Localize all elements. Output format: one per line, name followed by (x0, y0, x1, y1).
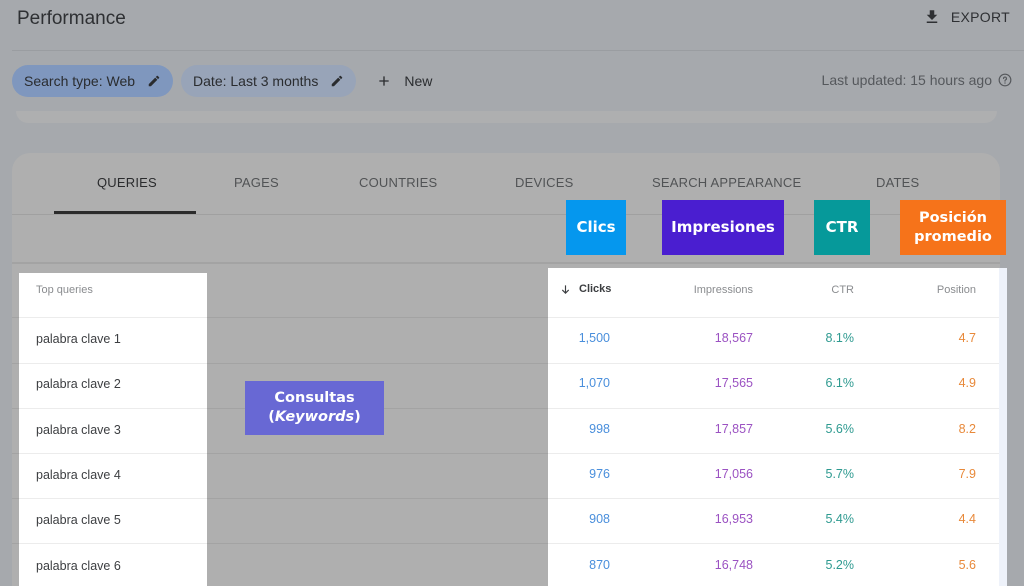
pencil-icon (332, 75, 343, 87)
impressions-cell: 17,857 (714, 422, 753, 436)
cell-divider (19, 498, 207, 499)
annotation-position-line2: promedio (914, 228, 992, 245)
tab-countries[interactable]: COUNTRIES (359, 175, 437, 190)
cell-divider (548, 498, 999, 499)
paren-open: ( (268, 409, 275, 425)
cell-divider (19, 408, 207, 409)
clicks-column-header[interactable]: Clicks (560, 283, 611, 295)
position-cell: 8.2 (958, 422, 976, 436)
impressions-cell: 17,565 (714, 376, 753, 390)
tab-queries[interactable]: QUERIES (97, 175, 157, 190)
date-chip[interactable]: Date: Last 3 months (181, 65, 357, 97)
cell-divider (19, 317, 207, 318)
clicks-cell: 1,070 (578, 376, 610, 390)
position-cell: 4.7 (958, 331, 976, 345)
tab-devices[interactable]: DEVICES (515, 175, 573, 190)
tab-dates[interactable]: DATES (876, 175, 919, 190)
last-updated-text: Last updated: 15 hours ago (821, 72, 992, 88)
pencil-icon (148, 75, 160, 87)
position-column-header[interactable]: Position (937, 284, 976, 296)
cell-divider (548, 408, 999, 409)
last-updated: Last updated: 15 hours ago (822, 72, 1012, 88)
scroll-edge (999, 268, 1007, 586)
cell-divider (19, 363, 207, 364)
new-label: New (404, 73, 433, 89)
clicks-cell: 1,500 (578, 331, 610, 345)
ctr-cell: 5.4% (825, 512, 855, 526)
clicks-cell: 870 (589, 558, 610, 572)
annotation-impressions: Impresiones (662, 200, 784, 255)
clicks-cell: 976 (589, 467, 610, 481)
annotation-ctr: CTR (814, 200, 870, 255)
query-cell[interactable]: palabra clave 1 (36, 332, 121, 346)
annotation-keywords: Consultas (Keywords) (245, 381, 384, 435)
tab-search-appearance[interactable]: SEARCH APPEARANCE (652, 175, 801, 190)
query-cell[interactable]: palabra clave 4 (36, 468, 121, 482)
query-cell[interactable]: palabra clave 5 (36, 513, 121, 527)
ctr-column-header[interactable]: CTR (831, 284, 854, 296)
impressions-column-header[interactable]: Impressions (694, 284, 753, 296)
query-cell[interactable]: palabra clave 2 (36, 377, 121, 391)
paren-close: ) (354, 409, 361, 425)
annotation-clicks: Clics (566, 200, 626, 255)
position-cell: 4.4 (958, 512, 976, 526)
new-filter-button[interactable]: New (376, 73, 432, 89)
clicks-cell: 998 (589, 422, 610, 436)
export-button[interactable]: EXPORT (923, 8, 1010, 26)
chip-label: Date: Last 3 months (193, 73, 319, 89)
metrics-columns: Clicks Impressions CTR Position 1,500 18,… (548, 268, 999, 586)
annotation-position-line1: Posición (918, 209, 988, 226)
sort-descending-icon (561, 284, 570, 294)
ctr-cell: 5.2% (825, 558, 855, 572)
tab-pages[interactable]: PAGES (234, 175, 279, 190)
query-column-header[interactable]: Top queries (36, 284, 93, 296)
chip-label: Search type: Web (24, 73, 136, 89)
cell-divider (548, 453, 999, 454)
ctr-cell: 8.1% (825, 331, 855, 345)
cell-divider (19, 543, 207, 544)
header-divider (12, 50, 1024, 51)
impressions-cell: 16,748 (714, 558, 753, 572)
annotation-keywords-line2: (Keywords) (268, 408, 361, 427)
position-cell: 5.6 (958, 558, 976, 572)
toolbar-divider (12, 262, 1000, 264)
cell-divider (548, 317, 999, 318)
cell-divider (548, 363, 999, 364)
ctr-cell: 5.6% (825, 422, 855, 436)
annotation-position: Posición promedio (900, 200, 1006, 255)
query-cell[interactable]: palabra clave 3 (36, 423, 121, 437)
ctr-cell: 5.7% (825, 467, 855, 481)
download-icon (926, 10, 938, 23)
export-label: EXPORT (950, 9, 1010, 25)
chart-card-edge (16, 111, 997, 123)
page-title: Performance (17, 8, 126, 29)
annotation-keywords-line1: Consultas (274, 390, 355, 407)
clicks-header-label: Clicks (579, 283, 612, 295)
help-icon[interactable] (998, 73, 1012, 87)
clicks-cell: 908 (589, 512, 610, 526)
keywords-italic: Keywords (274, 409, 355, 425)
impressions-cell: 16,953 (714, 512, 753, 526)
position-cell: 4.9 (958, 376, 976, 390)
query-column: Top queries palabra clave 1 palabra clav… (19, 273, 207, 586)
cell-divider (19, 453, 207, 454)
filter-bar: Search type: Web Date: Last 3 months New (12, 65, 432, 97)
query-cell[interactable]: palabra clave 6 (36, 559, 121, 573)
ctr-cell: 6.1% (825, 376, 855, 390)
search-type-chip[interactable]: Search type: Web (12, 65, 174, 97)
cell-divider (548, 543, 999, 544)
plus-icon (379, 76, 389, 86)
impressions-cell: 18,567 (714, 331, 753, 345)
position-cell: 7.9 (958, 467, 976, 481)
impressions-cell: 17,056 (714, 467, 753, 481)
